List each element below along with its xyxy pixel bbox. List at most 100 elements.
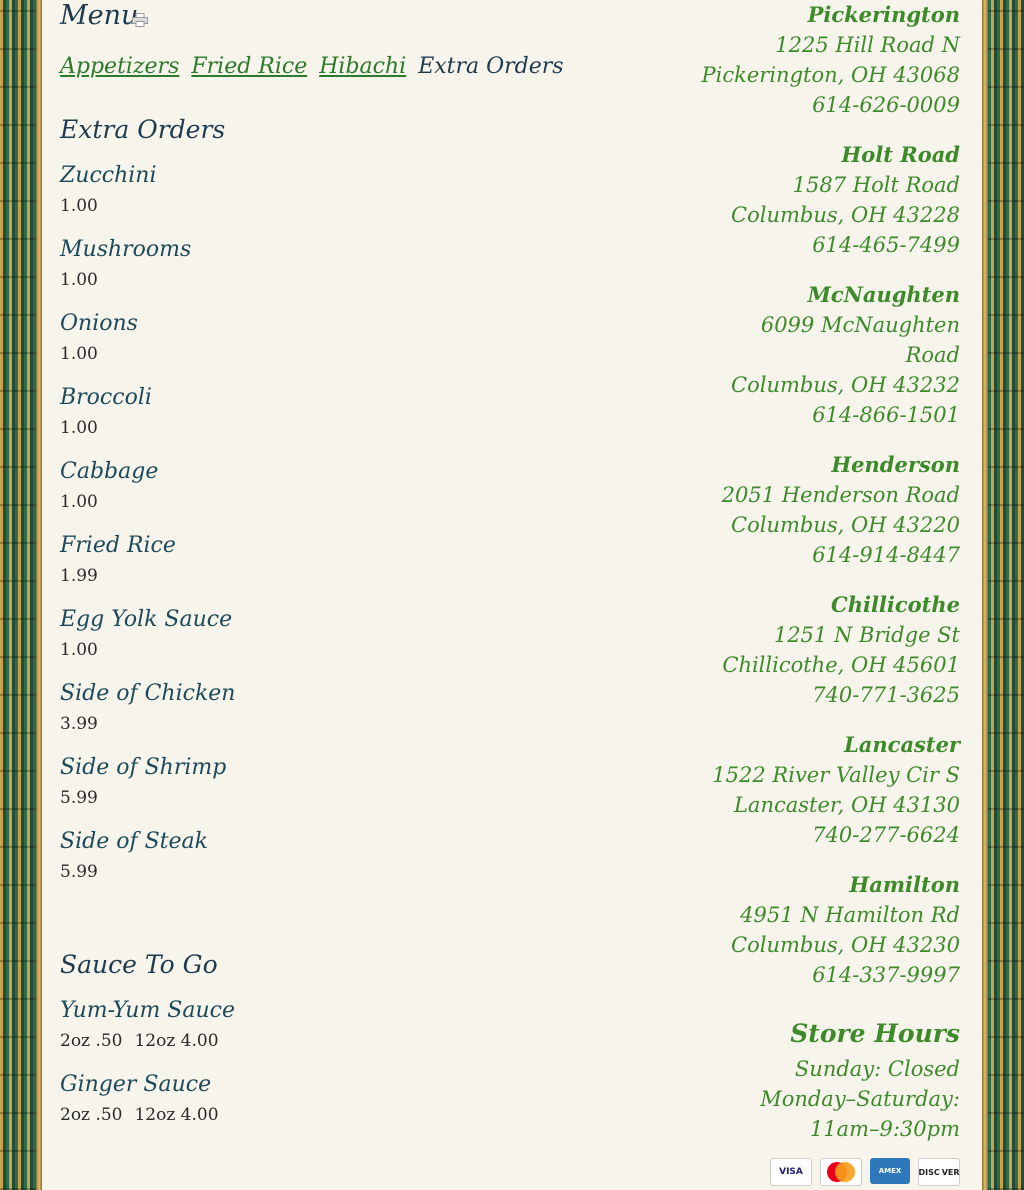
location-city: Columbus, OH 43220 [731,513,960,537]
store-hours-title: Store Hours [790,1019,960,1048]
mastercard-card-icon [820,1158,862,1186]
location-holt-road: Holt Road 1587 Holt Road Columbus, OH 43… [660,140,960,280]
item-price: 3.99 [60,710,580,738]
list-item: Mushrooms 1.00 [60,234,580,308]
price-value: 1.00 [60,418,98,438]
price-value: 2oz .50 [60,1031,123,1051]
item-price: 1.00 [60,636,580,664]
location-name: Lancaster [844,732,960,757]
item-name: Broccoli [60,385,152,410]
location-address: Road [905,343,960,367]
item-name: Cabbage [60,459,159,484]
location-address: 2051 Henderson Road [721,483,960,507]
item-price: 2oz .50 12oz 4.00 [60,1027,580,1055]
price-value: 5.99 [60,788,98,808]
list-item: Side of Steak 5.99 [60,826,580,900]
hours-line: Monday–Saturday: [760,1087,960,1111]
location-address: 1522 River Valley Cir S [712,763,960,787]
price-value: 12oz 4.00 [134,1031,219,1051]
location-hamilton: Hamilton 4951 N Hamilton Rd Columbus, OH… [660,870,960,1010]
list-item: Side of Chicken 3.99 [60,678,580,752]
tab-fried-rice[interactable]: Fried Rice [191,54,307,79]
price-value: 1.00 [60,640,98,660]
hours-line: Sunday: Closed [794,1057,960,1081]
amex-card-icon: AMEX [870,1158,910,1184]
item-price: 1.00 [60,266,580,294]
location-chillicothe: Chillicothe 1251 N Bridge St Chillicothe… [660,590,960,730]
location-city: Columbus, OH 43232 [731,373,960,397]
item-price: 1.00 [60,192,580,220]
printer-icon[interactable] [132,12,148,27]
list-item: Side of Shrimp 5.99 [60,752,580,826]
hours-line: 11am–9:30pm [809,1117,960,1141]
price-value: 1.00 [60,344,98,364]
location-city: Lancaster, OH 43130 [733,793,960,817]
location-name: Hamilton [849,872,960,897]
store-hours: Store Hours Sunday: Closed Monday–Saturd… [660,1014,960,1144]
location-lancaster: Lancaster 1522 River Valley Cir S Lancas… [660,730,960,870]
location-city: Columbus, OH 43230 [731,933,960,957]
item-price: 5.99 [60,784,580,812]
price-value: 1.00 [60,492,98,512]
locations-sidebar: Pickerington 1225 Hill Road N Pickeringt… [660,0,960,1144]
payment-cards: VISA AMEX DISC VER [770,1158,960,1186]
location-name: Henderson [831,452,960,477]
item-name: Side of Steak [60,829,208,854]
price-value: 1.99 [60,566,98,586]
location-city: Pickerington, OH 43068 [701,63,960,87]
item-price: 2oz .50 12oz 4.00 [60,1101,580,1129]
section-title: Extra Orders [60,115,226,144]
list-item: Broccoli 1.00 [60,382,580,456]
location-city: Chillicothe, OH 45601 [722,653,960,677]
location-name: McNaughten [807,282,960,307]
item-name: Mushrooms [60,237,192,262]
location-mcnaughten: McNaughten 6099 McNaughten Road Columbus… [660,280,960,450]
tab-extra-orders: Extra Orders [418,54,564,79]
visa-card-icon: VISA [770,1158,812,1186]
tab-hibachi[interactable]: Hibachi [319,54,406,79]
price-value: 3.99 [60,714,98,734]
price-value: 5.99 [60,862,98,882]
section-extra-orders: Extra Orders Zucchini 1.00 Mushrooms 1.0… [60,114,580,900]
location-phone: 614-465-7499 [812,233,960,257]
item-name: Fried Rice [60,533,176,558]
item-name: Onions [60,311,138,336]
price-value: 1.00 [60,196,98,216]
menu-title: Menu [60,0,139,31]
item-price: 5.99 [60,858,580,886]
list-item: Cabbage 1.00 [60,456,580,530]
item-price: 1.00 [60,488,580,516]
discover-card-icon: DISC VER [918,1158,960,1186]
location-address: 1251 N Bridge St [773,623,960,647]
item-name: Ginger Sauce [60,1072,212,1097]
location-henderson: Henderson 2051 Henderson Road Columbus, … [660,450,960,590]
location-city: Columbus, OH 43228 [731,203,960,227]
location-name: Holt Road [841,142,960,167]
decorative-border-left [0,0,42,1190]
menu-tabs: Appetizers Fried Rice Hibachi Extra Orde… [60,54,564,79]
item-price: 1.00 [60,414,580,442]
item-price: 1.00 [60,340,580,368]
list-item: Fried Rice 1.99 [60,530,580,604]
item-name: Egg Yolk Sauce [60,607,233,632]
list-item: Egg Yolk Sauce 1.00 [60,604,580,678]
item-price: 1.99 [60,562,580,590]
list-item: Onions 1.00 [60,308,580,382]
location-phone: 614-866-1501 [812,403,960,427]
location-phone: 740-771-3625 [812,683,960,707]
item-name: Side of Shrimp [60,755,227,780]
list-item: Ginger Sauce 2oz .50 12oz 4.00 [60,1069,580,1143]
location-address: 6099 McNaughten [760,313,960,337]
location-pickerington: Pickerington 1225 Hill Road N Pickeringt… [660,0,960,140]
section-sauce-to-go: Sauce To Go Yum-Yum Sauce 2oz .50 12oz 4.… [60,949,580,1143]
location-phone: 614-626-0009 [812,93,960,117]
section-title: Sauce To Go [60,950,218,979]
list-item: Zucchini 1.00 [60,160,580,234]
price-value: 12oz 4.00 [134,1105,219,1125]
location-phone: 614-337-9997 [812,963,960,987]
list-item: Yum-Yum Sauce 2oz .50 12oz 4.00 [60,995,580,1069]
location-name: Chillicothe [830,592,960,617]
location-name: Pickerington [807,2,960,27]
location-address: 1225 Hill Road N [775,33,960,57]
tab-appetizers[interactable]: Appetizers [60,54,179,79]
